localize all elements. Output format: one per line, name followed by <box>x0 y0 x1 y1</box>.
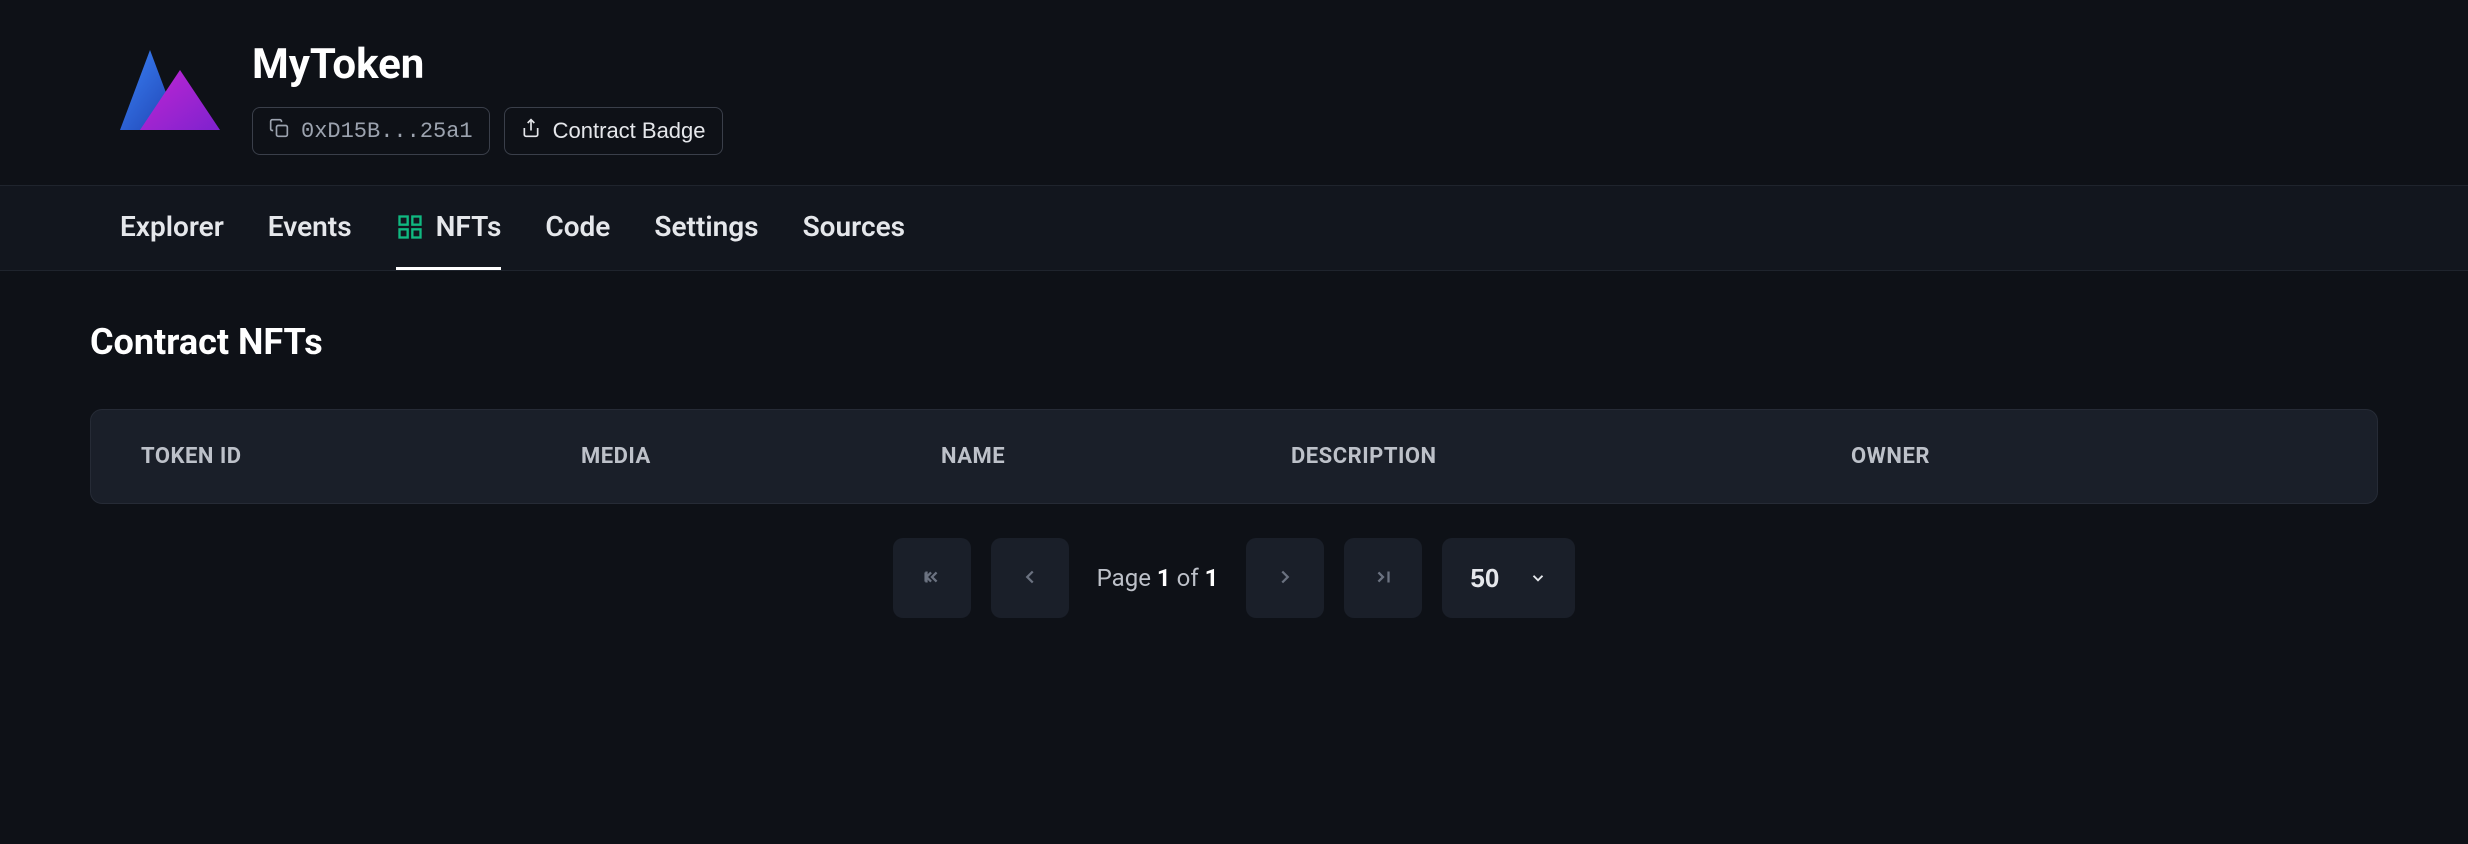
contract-badge-label: Contract Badge <box>553 118 706 144</box>
nfts-icon <box>396 213 424 241</box>
tabs-nav: Explorer Events NFTs Code Settings Sourc… <box>0 186 2468 271</box>
header-info: MyToken 0xD15B...25a1 <box>252 40 723 155</box>
copy-icon <box>269 118 289 144</box>
tab-label: Sources <box>803 210 905 243</box>
tab-label: Code <box>545 210 610 243</box>
first-page-icon <box>921 566 943 591</box>
tab-settings[interactable]: Settings <box>654 186 758 270</box>
tab-code[interactable]: Code <box>545 186 610 270</box>
tab-label: Events <box>268 210 352 243</box>
table-header: TOKEN ID MEDIA NAME DESCRIPTION OWNER <box>91 410 2377 503</box>
tab-explorer[interactable]: Explorer <box>120 186 224 270</box>
column-header-description: DESCRIPTION <box>1291 444 1851 469</box>
column-header-name: NAME <box>941 444 1291 469</box>
current-page: 1 <box>1157 564 1171 592</box>
tab-events[interactable]: Events <box>268 186 352 270</box>
contract-address: 0xD15B...25a1 <box>301 119 473 144</box>
tab-label: Settings <box>654 210 758 243</box>
column-header-media: MEDIA <box>581 444 941 469</box>
chevron-left-icon <box>1019 566 1041 591</box>
column-header-token-id: TOKEN ID <box>141 444 581 469</box>
page-size-select[interactable]: 50 <box>1442 538 1575 618</box>
page-title: MyToken <box>252 40 723 89</box>
prev-page-button[interactable] <box>991 538 1069 618</box>
page-header: MyToken 0xD15B...25a1 <box>0 0 2468 186</box>
chevron-down-icon <box>1529 563 1547 594</box>
logo <box>120 40 220 130</box>
page-info: Page 1 of 1 <box>1089 564 1227 592</box>
badges-row: 0xD15B...25a1 Contract Badge <box>252 107 723 155</box>
tab-nfts[interactable]: NFTs <box>396 186 502 270</box>
next-page-button[interactable] <box>1246 538 1324 618</box>
nfts-table: TOKEN ID MEDIA NAME DESCRIPTION OWNER <box>90 409 2378 504</box>
contract-badge-button[interactable]: Contract Badge <box>504 107 723 155</box>
last-page-button[interactable] <box>1344 538 1422 618</box>
pagination: Page 1 of 1 50 <box>90 538 2378 618</box>
first-page-button[interactable] <box>893 538 971 618</box>
last-page-icon <box>1372 566 1394 591</box>
of-label: of <box>1177 564 1199 592</box>
share-icon <box>521 118 541 144</box>
tab-label: NFTs <box>436 210 502 243</box>
address-badge[interactable]: 0xD15B...25a1 <box>252 107 490 155</box>
page-label: Page <box>1097 564 1151 592</box>
section-title: Contract NFTs <box>90 321 2378 363</box>
page-size-value: 50 <box>1470 563 1499 594</box>
tab-sources[interactable]: Sources <box>803 186 905 270</box>
total-pages: 1 <box>1205 564 1219 592</box>
main-content: Contract NFTs TOKEN ID MEDIA NAME DESCRI… <box>0 271 2468 668</box>
column-header-owner: OWNER <box>1851 444 2327 469</box>
tab-label: Explorer <box>120 210 224 243</box>
chevron-right-icon <box>1274 566 1296 591</box>
